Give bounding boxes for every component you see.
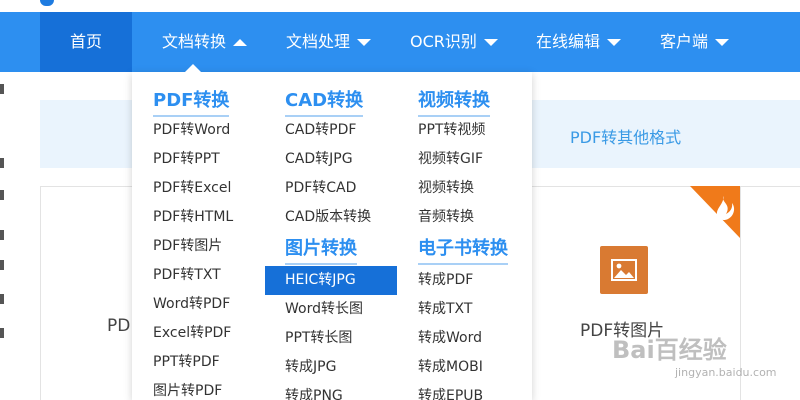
- dropdown-section-heading: 图片转换: [285, 234, 357, 265]
- nav-doc-process[interactable]: 文档处理: [286, 12, 372, 72]
- dropdown-menu-item[interactable]: PDF转图片: [153, 232, 222, 261]
- caret-down-icon: [607, 39, 622, 46]
- dropdown-menu-item[interactable]: CAD版本转换: [285, 203, 371, 232]
- watermark: Bai百经验: [612, 336, 727, 364]
- banner-link-pdf-to-other[interactable]: PDF转其他格式: [570, 124, 681, 148]
- nav-online-edit[interactable]: 在线编辑: [536, 12, 622, 72]
- dropdown-menu-item[interactable]: 视频转换: [418, 174, 474, 203]
- dropdown-menu-item[interactable]: PDF转CAD: [285, 174, 356, 203]
- image-icon[interactable]: [600, 246, 648, 294]
- dropdown-menu-item[interactable]: Excel转PDF: [153, 319, 231, 348]
- nav-client[interactable]: 客户端: [660, 12, 730, 72]
- nav-home[interactable]: 首页: [40, 12, 132, 72]
- dropdown-section-heading: 电子书转换: [418, 234, 508, 265]
- hot-fire-icon: [690, 186, 740, 238]
- caret-down-icon: [483, 39, 498, 46]
- dropdown-menu-item[interactable]: 图片转PDF: [153, 377, 222, 400]
- dropdown-menu-item[interactable]: PPT转长图: [285, 324, 352, 353]
- dropdown-menu-item[interactable]: 转成EPUB: [418, 382, 483, 400]
- dropdown-menu-item[interactable]: CAD转JPG: [285, 145, 353, 174]
- dropdown-menu-item[interactable]: PDF转PPT: [153, 145, 220, 174]
- caret-down-icon: [715, 39, 730, 46]
- dropdown-menu-item[interactable]: PDF转TXT: [153, 261, 221, 290]
- site-logo[interactable]: [40, 0, 54, 6]
- dropdown-pointer: [185, 64, 201, 72]
- dropdown-menu-item[interactable]: CAD转PDF: [285, 116, 356, 145]
- nav-client-label: 客户端: [660, 32, 709, 51]
- nav-doc-convert[interactable]: 文档转换: [162, 12, 248, 72]
- dropdown-menu-item[interactable]: Word转PDF: [153, 290, 230, 319]
- dropdown-menu-item[interactable]: PPT转视频: [418, 116, 485, 145]
- dropdown-menu-item[interactable]: 音频转换: [418, 203, 474, 232]
- dropdown-menu-item[interactable]: HEIC转JPG: [265, 266, 397, 295]
- dropdown-section-heading: 视频转换: [418, 86, 490, 117]
- watermark-url: jingyan.baidu.com: [675, 366, 777, 379]
- dropdown-menu-item[interactable]: PPT转PDF: [153, 348, 220, 377]
- nav-online-edit-label: 在线编辑: [536, 32, 601, 51]
- dropdown-menu-item[interactable]: 转成PNG: [285, 382, 343, 400]
- dropdown-menu-item[interactable]: 视频转GIF: [418, 145, 483, 174]
- top-navbar: 首页 文档转换 文档处理 OCR识别 在线编辑 客户端: [0, 12, 800, 72]
- dropdown-menu-item[interactable]: 转成PDF: [418, 266, 473, 295]
- dropdown-menu-item[interactable]: Word转长图: [285, 295, 363, 324]
- dropdown-menu-item[interactable]: 转成TXT: [418, 295, 472, 324]
- dropdown-menu-item[interactable]: PDF转Excel: [153, 174, 231, 203]
- caret-down-icon: [357, 39, 372, 46]
- nav-ocr[interactable]: OCR识别: [410, 12, 498, 72]
- nav-home-label: 首页: [69, 32, 102, 51]
- nav-doc-process-label: 文档处理: [286, 32, 351, 51]
- dropdown-menu-item[interactable]: PDF转HTML: [153, 203, 233, 232]
- nav-ocr-label: OCR识别: [410, 32, 477, 51]
- dropdown-menu-item[interactable]: 转成JPG: [285, 353, 336, 382]
- logo-strip: [0, 0, 800, 12]
- dropdown-menu-item[interactable]: 转成Word: [418, 324, 482, 353]
- caret-up-icon: [233, 39, 248, 46]
- nav-doc-convert-label: 文档转换: [162, 32, 227, 51]
- dropdown-menu-item[interactable]: PDF转Word: [153, 116, 230, 145]
- doc-convert-dropdown: PDF转换 PDF转Word PDF转PPT PDF转Excel PDF转HTML PDF…: [132, 72, 532, 400]
- dropdown-section-heading: PDF转换: [153, 86, 230, 117]
- dropdown-section-heading: CAD转换: [285, 86, 364, 117]
- dropdown-menu-item[interactable]: 转成MOBI: [418, 353, 483, 382]
